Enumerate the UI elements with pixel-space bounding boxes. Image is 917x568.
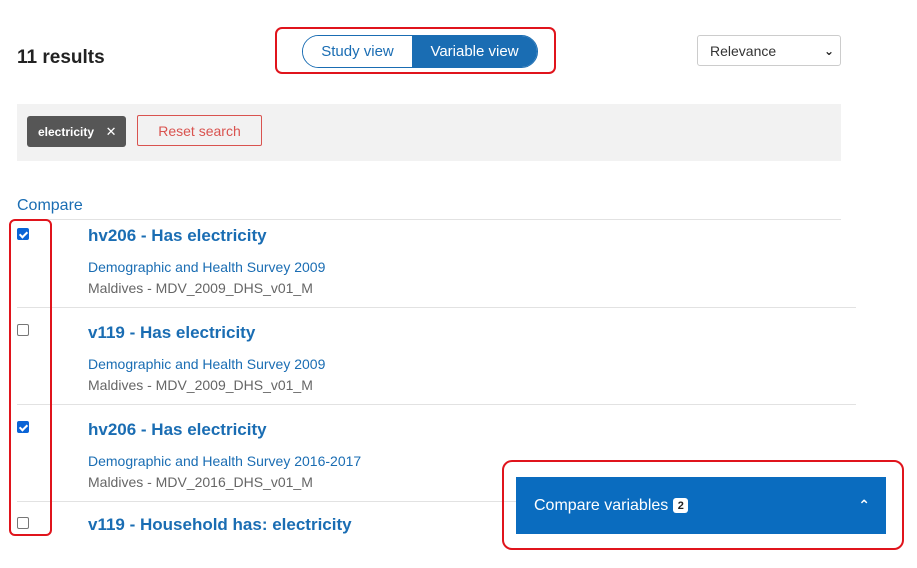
chevron-down-icon: ⌄ [823, 44, 834, 58]
view-toggle-highlight: Study view Variable view [275, 27, 556, 74]
study-view-button[interactable]: Study view [303, 36, 412, 67]
study-link[interactable]: Demographic and Health Survey 2009 [88, 356, 325, 372]
chevron-up-icon[interactable]: ⌃ [858, 497, 870, 514]
compare-count-badge: 2 [673, 498, 689, 513]
sort-selected-value: Relevance [710, 42, 777, 59]
compare-variables-label: Compare variables [534, 496, 669, 514]
compare-variables-panel[interactable]: Compare variables 2 ⌃ [516, 477, 886, 534]
variable-title-link[interactable]: hv206 - Has electricity [88, 226, 267, 246]
variable-meta: Maldives - MDV_2016_DHS_v01_M [88, 474, 313, 490]
view-toggle: Study view Variable view [302, 35, 538, 68]
variable-title-link[interactable]: hv206 - Has electricity [88, 420, 267, 440]
results-count: 11 results [17, 47, 105, 68]
sort-select[interactable]: Relevance ⌄ [697, 35, 841, 66]
variable-title-link[interactable]: v119 - Has electricity [88, 323, 255, 343]
study-link[interactable]: Demographic and Health Survey 2016-2017 [88, 453, 361, 469]
close-icon[interactable]: ✕ [104, 124, 118, 139]
active-filters-bar: electricity ✕ Reset search [17, 104, 841, 161]
study-link[interactable]: Demographic and Health Survey 2009 [88, 259, 325, 275]
checkbox-column-highlight [9, 219, 52, 536]
divider [17, 404, 856, 405]
compare-header: Compare [17, 197, 83, 214]
variable-meta: Maldives - MDV_2009_DHS_v01_M [88, 377, 313, 393]
reset-search-button[interactable]: Reset search [137, 115, 262, 146]
variable-title-link[interactable]: v119 - Household has: electricity [88, 515, 352, 535]
variable-view-button[interactable]: Variable view [412, 36, 537, 67]
filter-tag: electricity ✕ [27, 116, 127, 147]
variable-meta: Maldives - MDV_2009_DHS_v01_M [88, 280, 313, 296]
filter-tag-label: electricity [38, 124, 95, 139]
divider [17, 307, 856, 308]
divider [17, 219, 841, 220]
